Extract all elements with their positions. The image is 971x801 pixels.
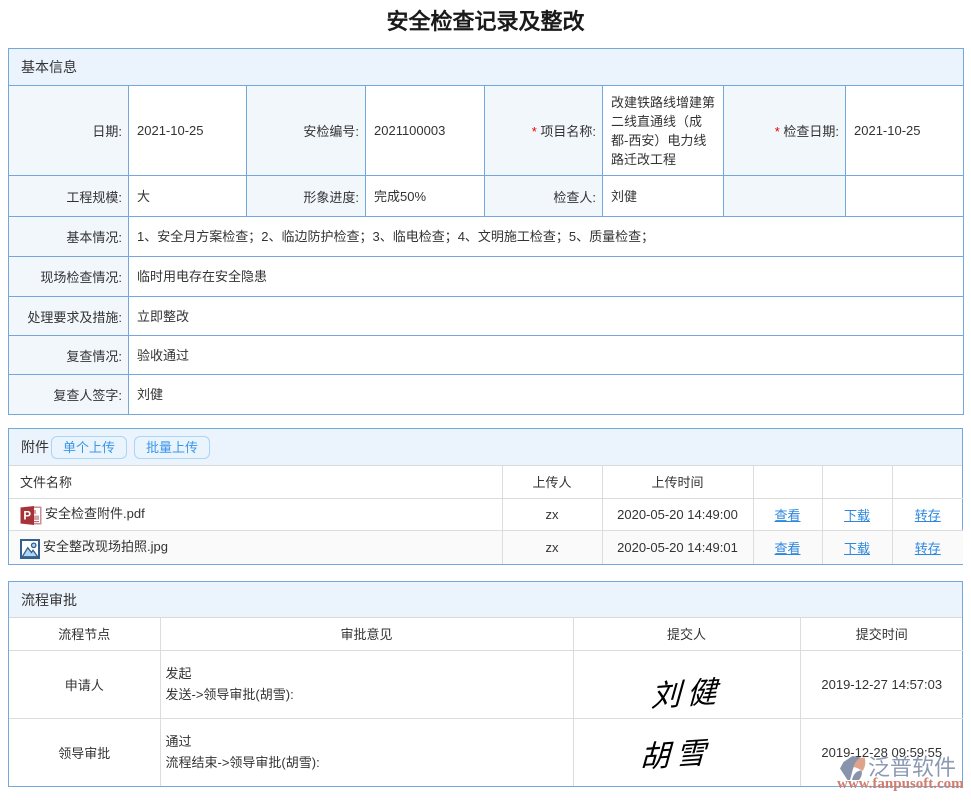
svg-text:P: P bbox=[23, 511, 31, 523]
